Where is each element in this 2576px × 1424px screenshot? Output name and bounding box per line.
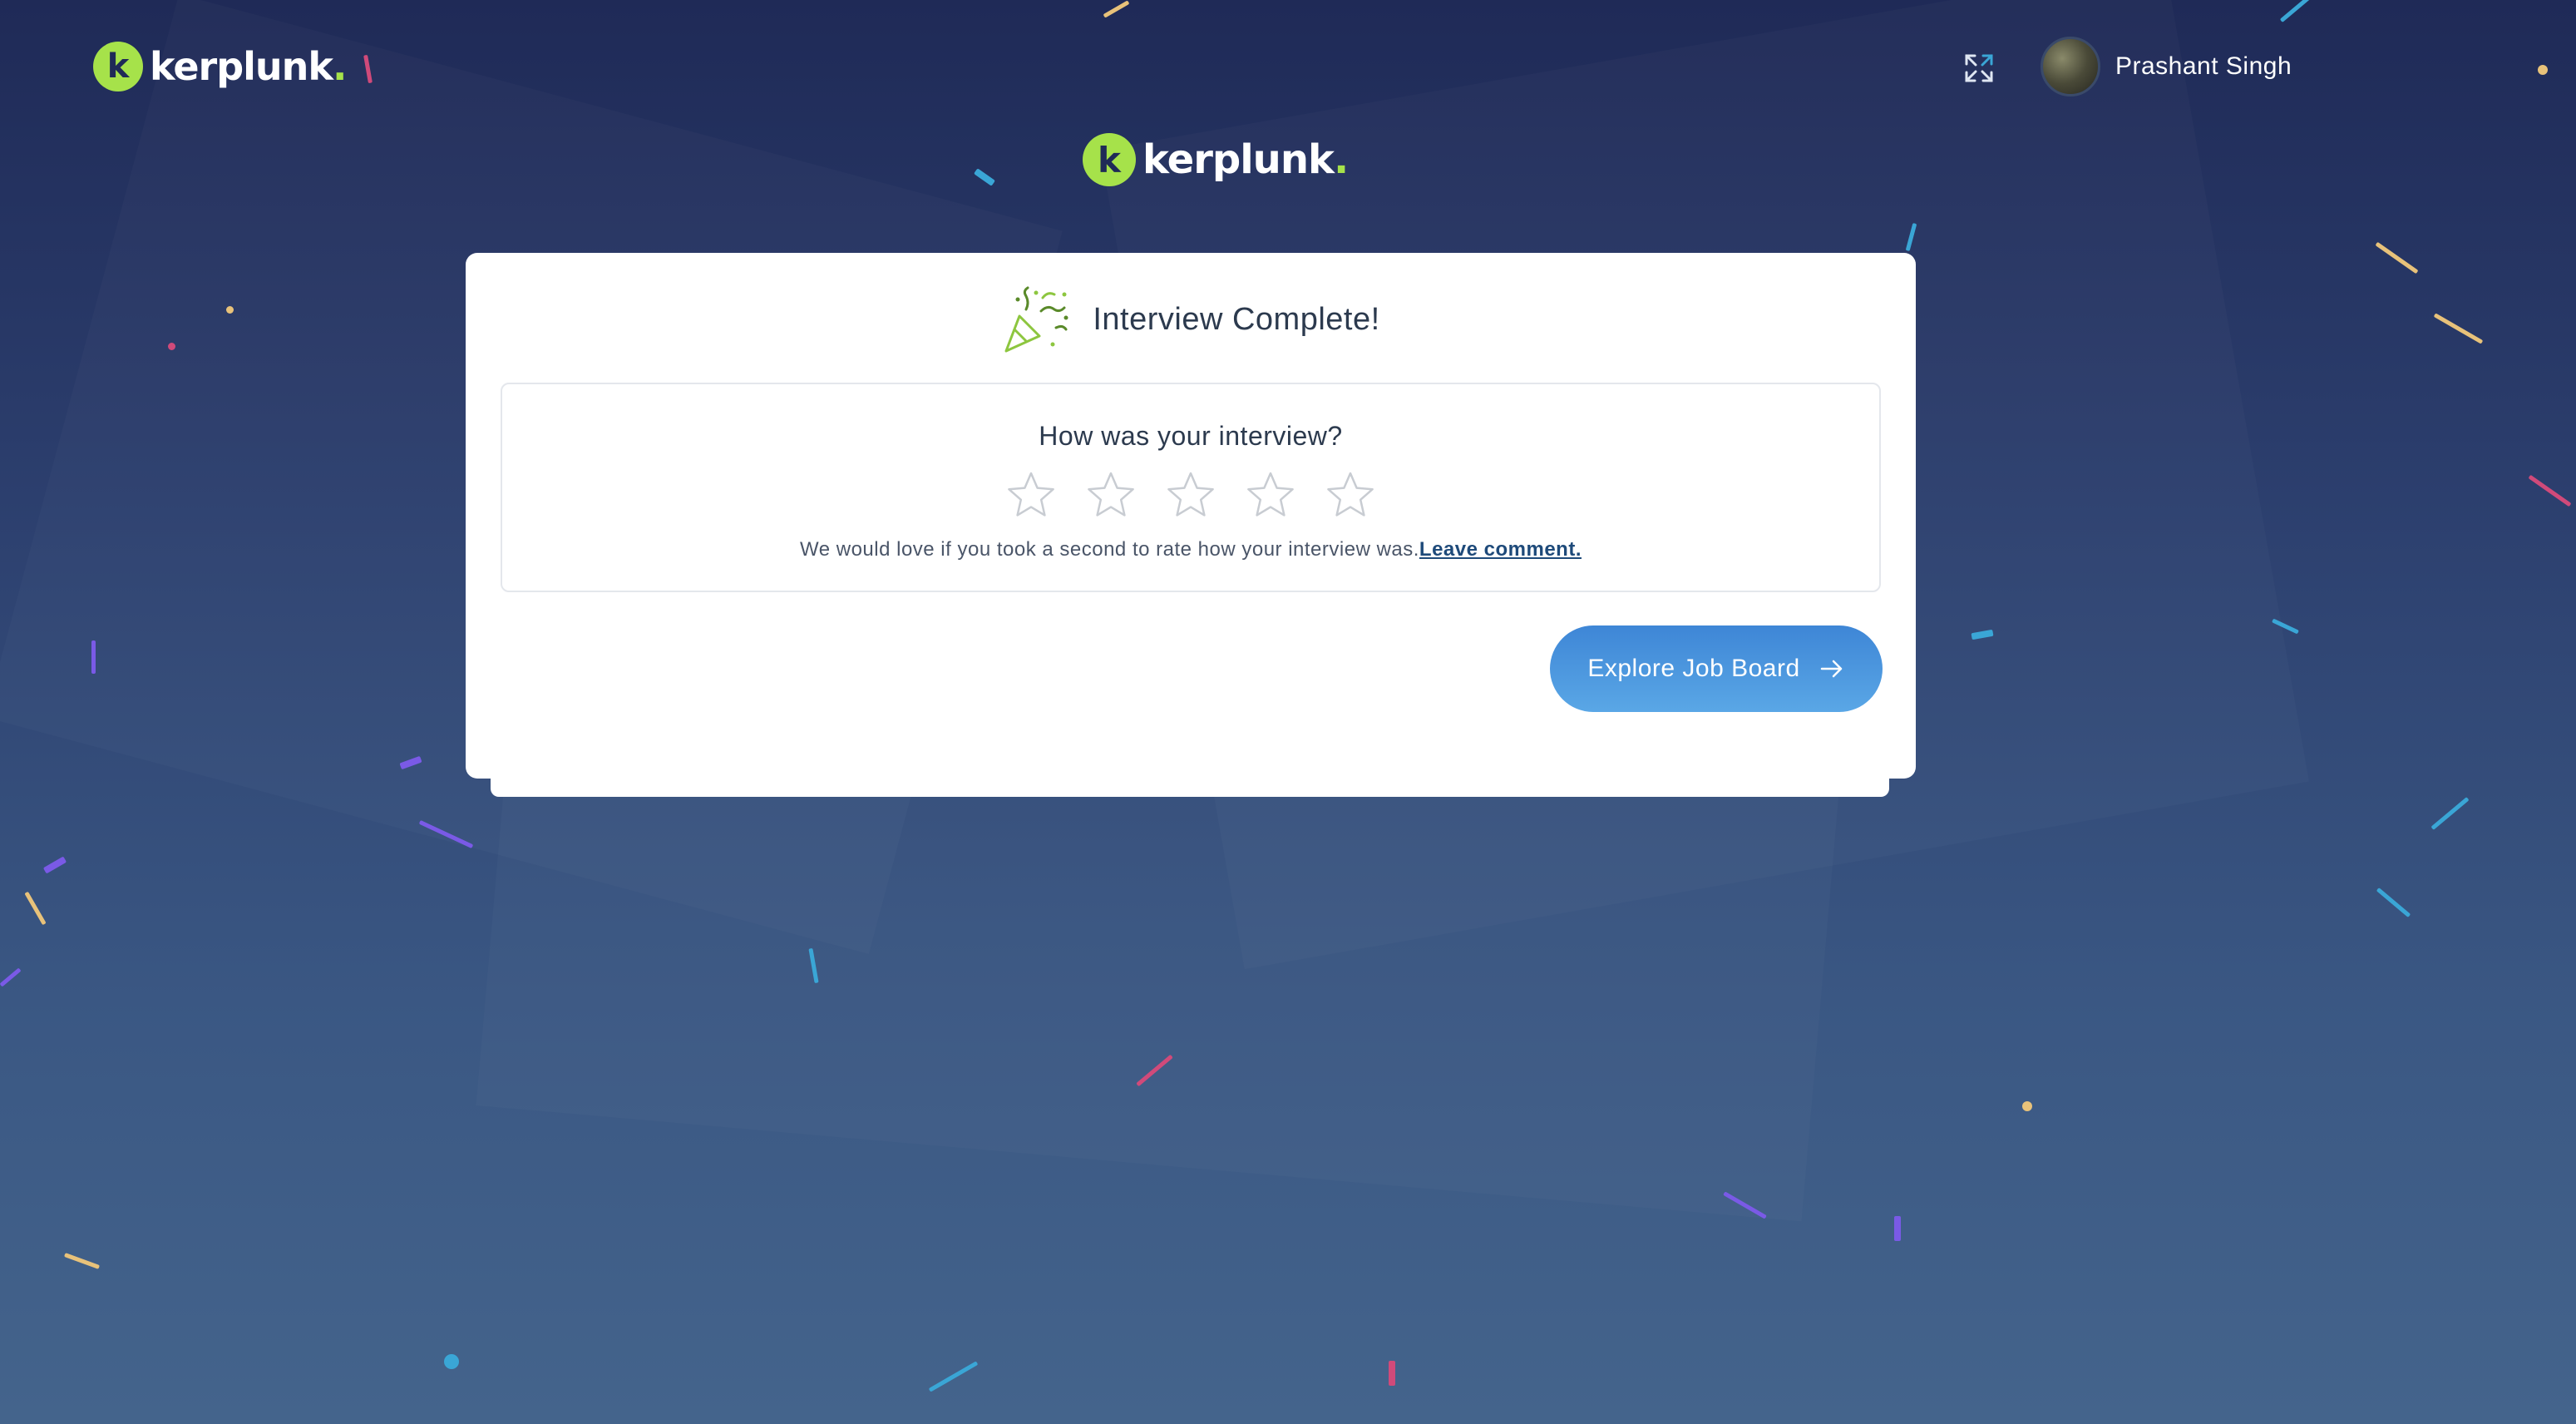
explore-job-board-label: Explore Job Board [1587, 655, 1800, 682]
confetti-dot [2022, 1101, 2032, 1111]
arrow-right-icon [1820, 660, 1842, 678]
logo-badge: k [93, 42, 143, 91]
party-popper-icon [1004, 286, 1068, 353]
confetti-piece [2375, 241, 2419, 274]
logo-text: kerplunk. [150, 44, 348, 89]
explore-job-board-button[interactable]: Explore Job Board [1550, 625, 1883, 712]
logo-dot: . [1333, 136, 1349, 183]
star-3-icon[interactable] [1166, 470, 1216, 520]
center-logo: k kerplunk. [1083, 133, 1349, 186]
user-menu[interactable]: Prashant Singh [2041, 37, 2292, 96]
star-1-icon[interactable] [1006, 470, 1056, 520]
confetti-piece [1103, 0, 1130, 18]
confetti-piece [1894, 1216, 1901, 1241]
rating-note: We would love if you took a second to ra… [502, 538, 1879, 561]
confetti-dot [226, 306, 234, 314]
user-name: Prashant Singh [2115, 52, 2292, 80]
logo-badge: k [1083, 133, 1136, 186]
rating-note-text: We would love if you took a second to ra… [800, 538, 1419, 561]
logo-wordmark: kerplunk [1142, 136, 1335, 183]
rating-question: How was your interview? [1039, 421, 1343, 451]
expand-icon [1965, 54, 1993, 82]
star-rating [502, 470, 1879, 520]
confetti-piece [2528, 474, 2572, 507]
confetti-piece [63, 1253, 101, 1269]
card-title: Interview Complete! [1093, 301, 1380, 337]
confetti-piece [2433, 313, 2484, 344]
leave-comment-link[interactable]: Leave comment. [1419, 538, 1582, 561]
confetti-piece [2279, 0, 2315, 22]
confetti-piece [928, 1361, 979, 1392]
logo-wordmark: kerplunk [150, 44, 333, 89]
star-2-icon[interactable] [1086, 470, 1136, 520]
logo-text: kerplunk. [1142, 136, 1349, 183]
interview-complete-card: Interview Complete! How was your intervi… [466, 253, 1916, 779]
confetti-piece [2430, 797, 2470, 830]
logo-dot: . [333, 44, 348, 89]
star-5-icon[interactable] [1325, 470, 1375, 520]
confetti-piece [974, 168, 995, 186]
confetti-piece [0, 967, 22, 987]
confetti-dot [168, 343, 175, 350]
fullscreen-button[interactable] [1959, 48, 1999, 88]
confetti-piece [24, 891, 47, 926]
confetti-piece [91, 640, 96, 674]
rating-section: How was your interview? We would love if… [501, 383, 1881, 592]
confetti-piece [42, 856, 67, 874]
confetti-piece [2376, 888, 2411, 917]
confetti-piece [1389, 1361, 1395, 1386]
star-4-icon[interactable] [1246, 470, 1295, 520]
confetti-dot [444, 1354, 459, 1369]
card-header: Interview Complete! [466, 286, 1916, 353]
avatar [2041, 37, 2100, 96]
confetti-dot [2538, 65, 2548, 75]
header-logo[interactable]: k kerplunk. [93, 42, 348, 91]
